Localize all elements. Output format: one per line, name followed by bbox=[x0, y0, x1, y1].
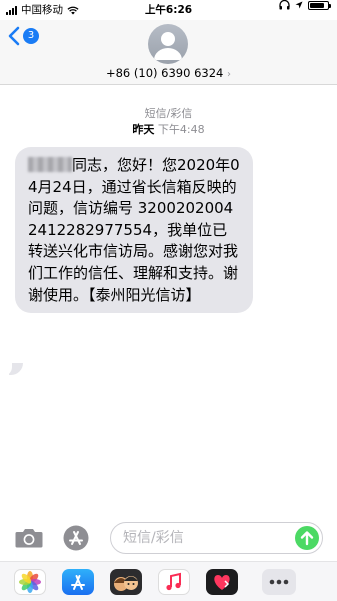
send-button[interactable] bbox=[295, 526, 319, 550]
arrow-up-icon bbox=[300, 531, 314, 546]
thread-timestamp: 昨天 下午4:48 bbox=[0, 121, 337, 137]
thread-time: 下午4:48 bbox=[157, 123, 205, 136]
app-drawer bbox=[0, 561, 337, 601]
camera-icon[interactable] bbox=[15, 527, 43, 549]
photos-icon bbox=[19, 571, 41, 593]
unread-count-badge: 3 bbox=[23, 28, 39, 44]
digital-touch-icon bbox=[214, 575, 230, 590]
message-input[interactable] bbox=[110, 522, 323, 554]
compose-bar bbox=[0, 515, 337, 561]
memoji-icon bbox=[114, 576, 138, 591]
location-icon bbox=[295, 1, 303, 9]
more-icon bbox=[269, 579, 289, 585]
message-bubble[interactable]: 同志，您好！您2020年04月24日，通过省长信箱反映的问题，信访编号 3200… bbox=[15, 147, 253, 314]
redacted-name bbox=[28, 157, 72, 172]
battery-level bbox=[310, 2, 325, 8]
status-right bbox=[279, 0, 331, 10]
person-icon bbox=[154, 32, 182, 60]
back-button[interactable]: 3 bbox=[8, 26, 39, 46]
battery-icon bbox=[308, 0, 331, 10]
thread-type-label: 短信/彩信 bbox=[144, 107, 193, 120]
headphones-icon bbox=[279, 0, 290, 10]
conversation-header: 3 +86 (10) 6390 6324 › bbox=[0, 20, 337, 85]
photos-app-icon[interactable] bbox=[14, 569, 46, 595]
contact-avatar[interactable] bbox=[148, 24, 188, 64]
music-icon bbox=[166, 572, 181, 591]
message-thread[interactable]: 短信/彩信 昨天 下午4:48 同志，您好！您2020年04月24日，通过省长信… bbox=[0, 85, 337, 515]
thread-date: 昨天 bbox=[132, 123, 155, 136]
app-store-icon bbox=[71, 575, 85, 590]
music-app-icon[interactable] bbox=[158, 569, 190, 595]
more-apps-icon[interactable] bbox=[262, 569, 296, 595]
chevron-right-icon: › bbox=[227, 69, 232, 80]
chevron-left-icon bbox=[8, 26, 20, 46]
contact-name[interactable]: +86 (10) 6390 6324 › bbox=[0, 66, 337, 82]
contact-number: +86 (10) 6390 6324 bbox=[105, 66, 224, 80]
status-bar: 中国移动 上午6:26 bbox=[0, 0, 337, 20]
digital-touch-app-icon[interactable] bbox=[206, 569, 238, 595]
app-store-app-icon[interactable] bbox=[62, 569, 94, 595]
memoji-app-icon[interactable] bbox=[110, 569, 142, 595]
message-text: 同志，您好！您2020年04月24日，通过省长信箱反映的问题，信访编号 3200… bbox=[28, 156, 240, 304]
app-store-icon[interactable] bbox=[62, 525, 90, 551]
